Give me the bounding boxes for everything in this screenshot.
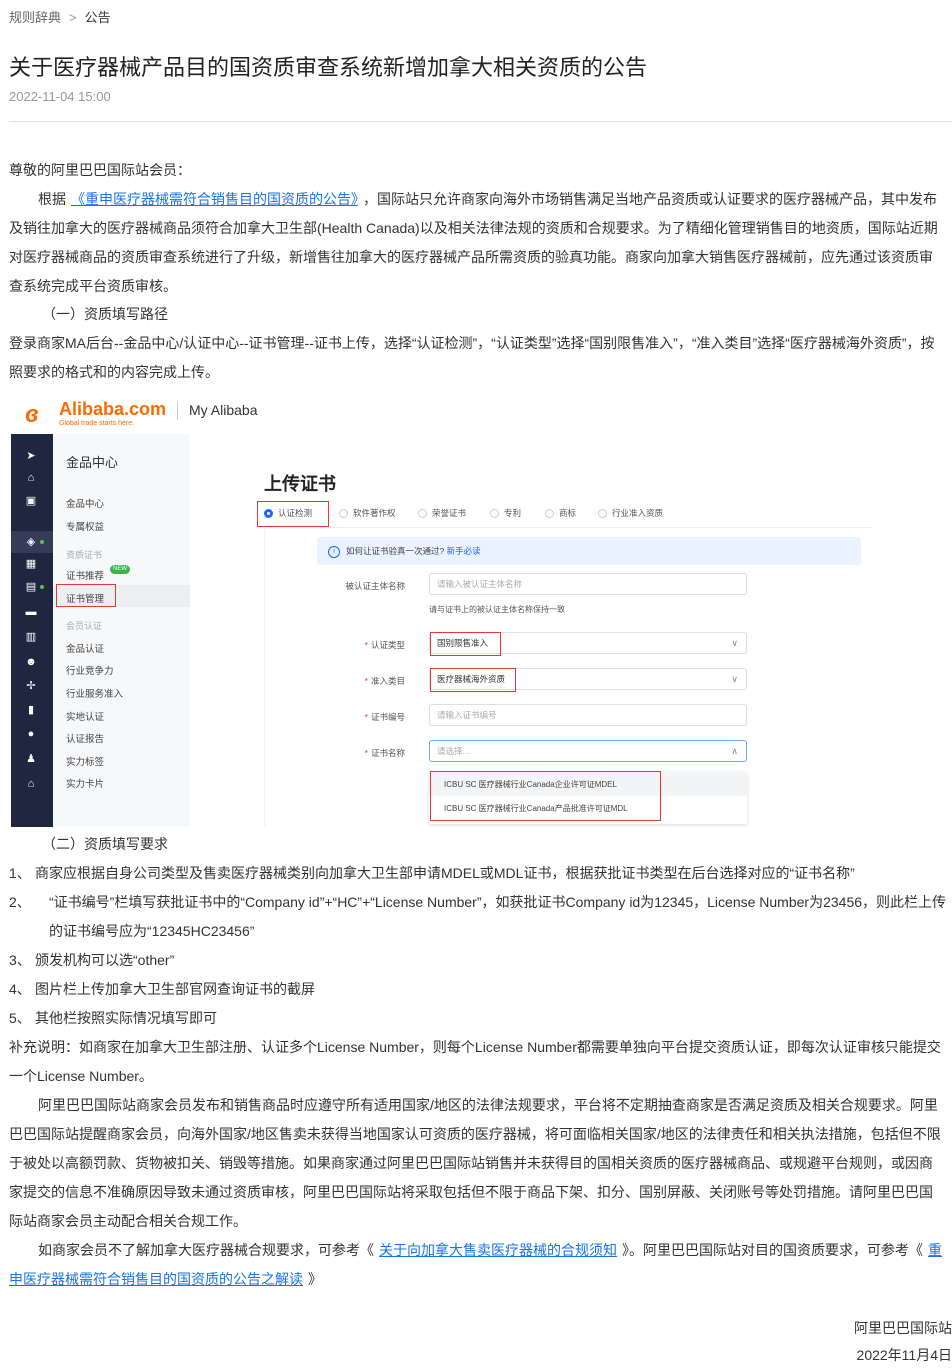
canada-compliance-link[interactable]: 关于向加拿大售卖医疗器械的合规须知: [374, 1242, 622, 1258]
menu-item-auth-report[interactable]: 认证报告: [66, 731, 104, 745]
menu-item-cert-recommend[interactable]: 证书推荐: [66, 568, 104, 582]
home-icon[interactable]: ⌂: [24, 471, 38, 485]
supplement-paragraph: 补充说明：如商家在加拿大卫生部注册、认证多个License Number，则每个…: [9, 1039, 941, 1084]
radio-icon: [598, 509, 607, 519]
number-label: * 证书编号: [364, 712, 405, 722]
requirement-item: 5、 其他栏按照实际情况填写即可: [9, 1010, 217, 1026]
person-icon[interactable]: ♟: [24, 752, 38, 766]
intro-paragraph: 根据 《重申医疗器械需符合销售目的国资质的公告》 ，国际站只允许商家向海外市场销售满…: [9, 185, 944, 301]
upload-title: 上传证书: [264, 474, 336, 494]
newbie-guide-link[interactable]: 新手必读: [447, 546, 481, 556]
section-heading-requirements: （二）资质填写要求: [42, 836, 168, 852]
highlight-box: [257, 501, 329, 527]
breadcrumb-separator: >: [69, 10, 77, 25]
subject-label: 被认证主体名称: [345, 581, 405, 591]
grid-icon[interactable]: ▦: [24, 557, 38, 571]
signature-org: 阿里巴巴国际站: [854, 1320, 952, 1336]
alibaba-logo: ɞ Alibaba.com Global trade starts here.: [25, 397, 175, 428]
highlight-box: [56, 584, 116, 607]
requirement-item: 4、 图片栏上传加拿大卫生部官网查询证书的截屏: [9, 981, 315, 997]
radio-icon: [490, 509, 499, 519]
menu-item-competitiveness[interactable]: 行业竞争力: [66, 663, 114, 677]
side-menu: 金品中心 金品中心 专属权益 资质证书 证书推荐 NEW 证书管理 会员认证 金…: [53, 434, 190, 827]
globe-icon[interactable]: ●: [24, 727, 38, 741]
alibaba-logo-icon: ɞ: [25, 401, 39, 428]
path-paragraph: 登录商家MA后台--金品中心/认证中心--证书管理--证书上传，选择“认证检测”…: [9, 335, 935, 380]
radio-icon: [339, 509, 348, 519]
menu-group-certificates: 资质证书: [66, 550, 103, 560]
radio-software-copyright[interactable]: 软件著作权: [339, 507, 396, 519]
screenshot-topbar: ɞ Alibaba.com Global trade starts here. …: [11, 389, 872, 435]
backend-screenshot: ɞ Alibaba.com Global trade starts here. …: [11, 389, 872, 827]
number-input[interactable]: 请输入证书编号: [429, 704, 747, 726]
requirement-item: 1、 商家应根据自身公司类型及售卖医疗器械类别向加拿大卫生部申请MDEL或MDL证…: [9, 865, 855, 881]
new-badge: NEW: [110, 565, 130, 574]
name-select[interactable]: 请选择... ∧: [429, 740, 747, 762]
menu-item-strength-tag[interactable]: 实力标签: [66, 754, 104, 768]
upload-form-panel: i 如何让证书验真一次通过? 新手必读 被认证主体名称 请输入被认证主体名称 请与…: [264, 527, 872, 827]
radio-icon: [418, 509, 427, 519]
menu-item-benefits[interactable]: 专属权益: [66, 519, 104, 533]
icon-sidebar: ➤ ⌂ ▣ ◈ ▦ ▤ ▬ ▥ ☻ ✢ ▮ ● ♟ ⌂: [11, 434, 53, 827]
chevron-down-icon: ∨: [731, 638, 738, 648]
route-icon[interactable]: ✢: [24, 679, 38, 693]
bank-icon[interactable]: ⌂: [24, 777, 38, 791]
highlight-box: [430, 771, 661, 821]
radio-icon: [545, 509, 554, 519]
radio-patent[interactable]: 专利: [490, 507, 521, 519]
my-alibaba-label: My Alibaba: [189, 402, 258, 418]
status-dot: [40, 585, 44, 589]
highlight-box: [430, 632, 501, 656]
radio-honor-cert[interactable]: 荣誉证书: [418, 507, 466, 519]
category-label: * 准入类目: [364, 676, 405, 686]
chart-icon[interactable]: ▥: [24, 630, 38, 644]
name-label: * 证书名称: [364, 748, 405, 758]
highlight-box: [430, 668, 516, 692]
announcement-link[interactable]: 《重申医疗器械需符合销售目的国资质的公告》: [66, 191, 363, 207]
breadcrumb-current: 公告: [84, 10, 111, 25]
reference-paragraph: 如商家会员不了解加拿大医疗器械合规要求，可参考《 关于向加拿大售卖医疗器械的合规须…: [9, 1242, 942, 1287]
calendar-icon[interactable]: ▤: [24, 580, 38, 594]
menu-item-strength-card[interactable]: 实力卡片: [66, 776, 104, 790]
menu-group-member-auth: 会员认证: [66, 621, 103, 631]
alibaba-logo-word: Alibaba.com: [59, 399, 167, 419]
clipboard-icon[interactable]: ▮: [24, 703, 38, 717]
compliance-paragraph: 阿里巴巴国际站商家会员发布和销售商品时应遵守所有适用国家/地区的法律法规要求，平…: [9, 1097, 941, 1229]
requirement-item: 2、 “证书编号”栏填写获批证书中的“Company id”+“HC”+“Lice…: [9, 894, 947, 939]
breadcrumb-root-link[interactable]: 规则辞典: [9, 10, 61, 25]
status-dot: [40, 540, 44, 544]
radio-industry-access[interactable]: 行业准入资质: [598, 507, 663, 519]
subject-hint: 请与证书上的被认证主体名称保持一致: [429, 605, 565, 614]
alibaba-logo-tagline: Global trade starts here.: [59, 420, 135, 427]
greeting: 尊敬的阿里巴巴国际站会员：: [9, 162, 191, 178]
intro-prefix: 根据: [38, 191, 66, 207]
tip-bar: i 如何让证书验真一次通过? 新手必读: [317, 537, 861, 565]
chevron-up-icon: ∧: [731, 746, 738, 756]
section-heading-path: （一）资质填写路径: [42, 306, 168, 322]
divider: [9, 121, 952, 122]
menu-title: 金品中心: [66, 455, 119, 470]
type-label: * 认证类型: [364, 640, 405, 650]
page-title: 关于医疗器械产品目的国资质审查系统新增加拿大相关资质的公告: [9, 55, 648, 80]
breadcrumb: 规则辞典 > 公告: [9, 7, 111, 26]
menu-item-jinpin[interactable]: 金品中心: [66, 496, 104, 510]
chevron-down-icon: ∨: [731, 674, 738, 684]
info-icon: i: [328, 545, 340, 558]
topbar-divider: [177, 402, 178, 420]
message-icon[interactable]: ▬: [24, 605, 38, 619]
radio-trademark[interactable]: 商标: [545, 507, 576, 519]
menu-item-gold-auth[interactable]: 金品认证: [66, 641, 104, 655]
requirement-item: 3、 颁发机构可以选“other”: [9, 952, 175, 968]
signature-date: 2022年11月4日: [856, 1347, 952, 1363]
menu-item-service-access[interactable]: 行业服务准入: [66, 686, 123, 700]
users-icon[interactable]: ☻: [24, 655, 38, 669]
store-icon[interactable]: ▣: [24, 494, 38, 508]
subject-input[interactable]: 请输入被认证主体名称: [429, 573, 747, 595]
shield-icon[interactable]: ◈: [24, 535, 38, 549]
upload-main: 上传证书 认证检测 软件著作权 荣誉证书 专利 商标 行业准入资质 i 如何让证书…: [190, 434, 872, 827]
publish-date: 2022-11-04 15:00: [9, 89, 111, 104]
menu-item-onsite-auth[interactable]: 实地认证: [66, 709, 104, 723]
send-icon[interactable]: ➤: [24, 449, 38, 463]
